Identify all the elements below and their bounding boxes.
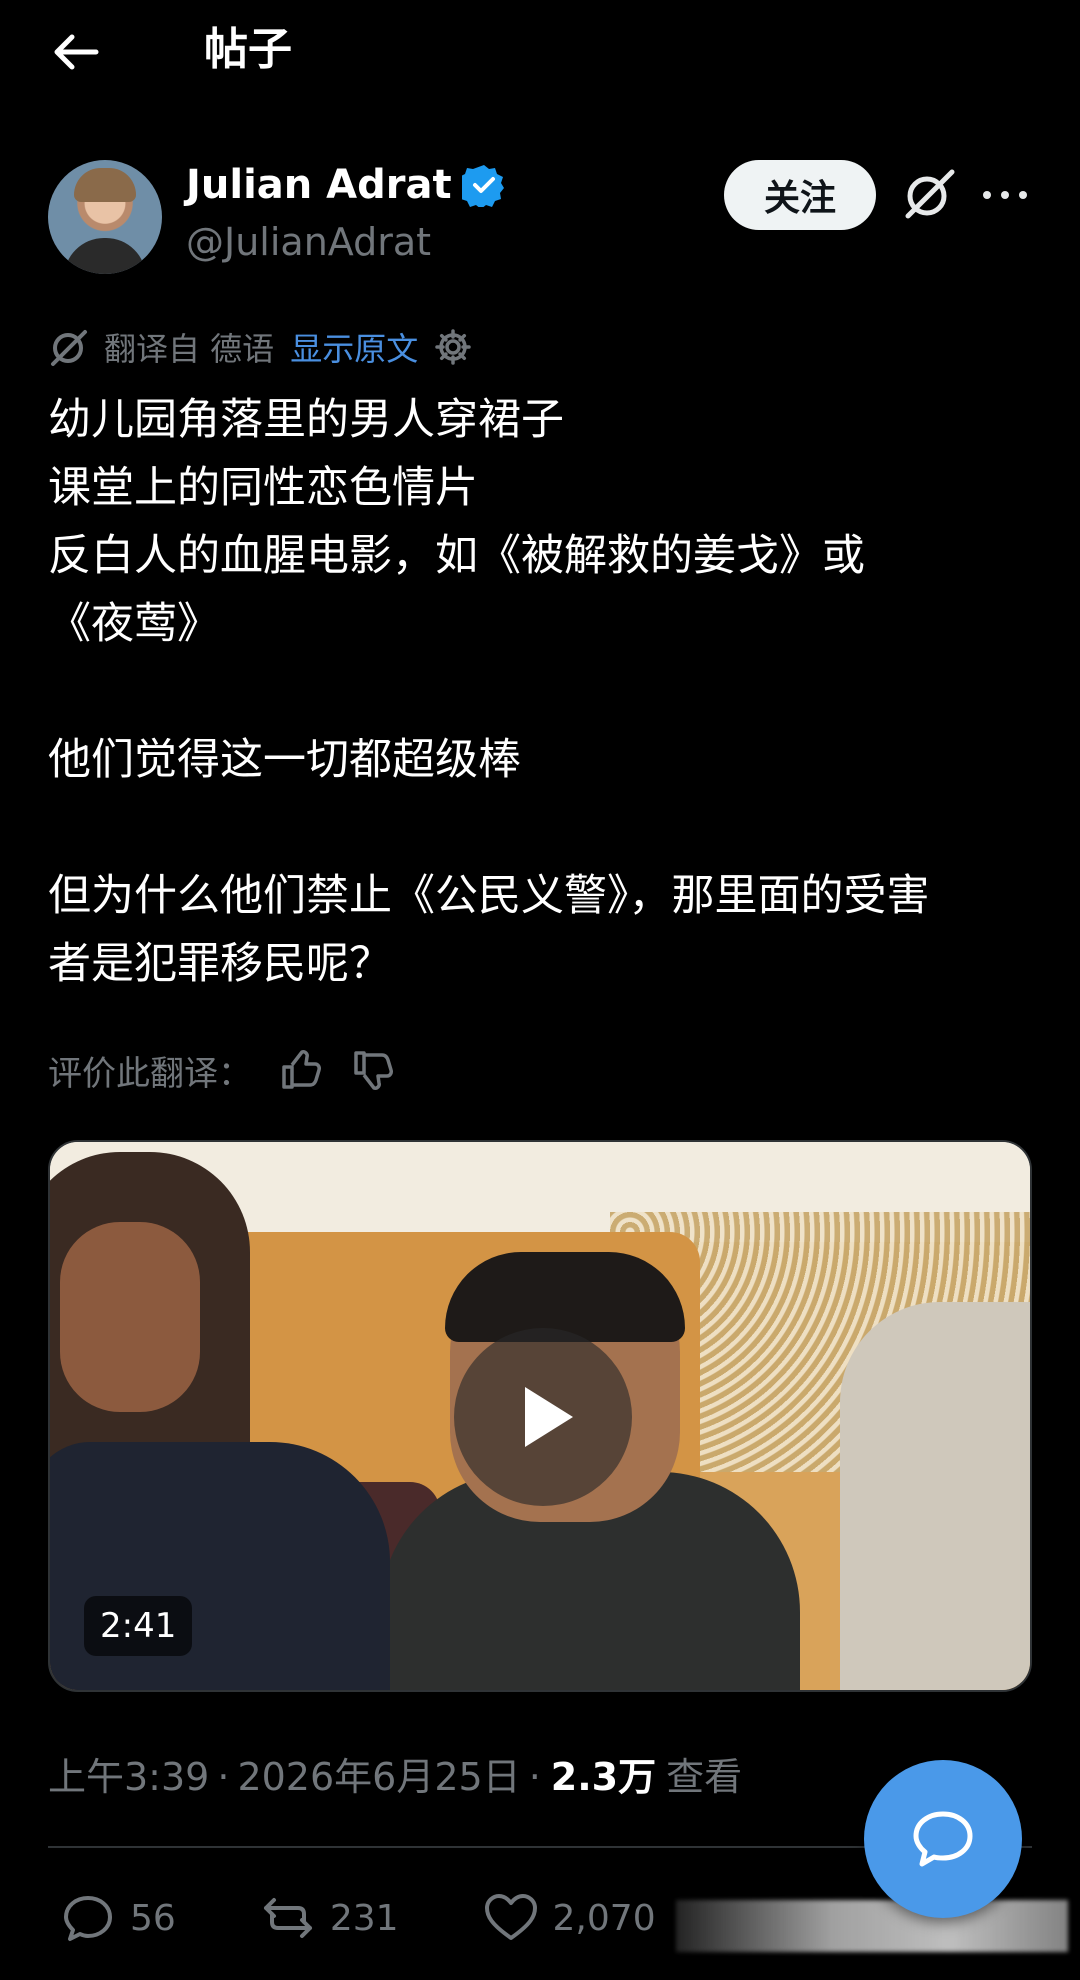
video-duration: 2:41 <box>84 1596 193 1656</box>
tweet-date: 2026年6月25日 <box>237 1755 521 1799</box>
translation-row: 翻译自 德语 显示原文 <box>48 322 474 372</box>
tweet-line: 但为什么他们禁止《公民义警》，那里面的受害 <box>48 871 930 921</box>
like-icon <box>484 1894 537 1940</box>
verified-badge-icon <box>461 165 504 207</box>
rate-translation-label: 评价此翻译： <box>48 1053 252 1094</box>
meta-separator: · <box>217 1755 230 1799</box>
rate-translation-row: 评价此翻译： <box>48 1040 396 1100</box>
top-bar: 帖子 <box>0 0 1080 100</box>
avatar-body <box>64 238 146 274</box>
video-scene-right-person <box>840 1302 1030 1690</box>
play-icon <box>525 1387 573 1447</box>
name-row: Julian Adrat <box>186 162 506 208</box>
video-scene-left-face <box>60 1222 200 1412</box>
video-scene-center-hair <box>445 1252 685 1342</box>
avatar-hair <box>74 168 136 202</box>
translated-from-label: 翻译自 德语 <box>104 330 275 368</box>
reply-count: 56 <box>130 1897 176 1939</box>
obscured-region <box>676 1900 1068 1952</box>
tweet-header: Julian Adrat @JulianAdrat 关注 <box>48 158 1038 278</box>
avatar[interactable] <box>48 160 162 274</box>
tweet-line: 者是犯罪移民呢？ <box>48 939 392 989</box>
thumbs-down-icon[interactable] <box>350 1047 396 1093</box>
repost-icon <box>263 1898 312 1938</box>
tweet-line: 他们觉得这一切都超级棒 <box>48 735 521 785</box>
tweet-line: 《夜莺》 <box>48 599 220 649</box>
display-name[interactable]: Julian Adrat <box>186 162 452 208</box>
back-button[interactable] <box>46 22 106 82</box>
video-player[interactable]: 2:41 <box>48 1140 1032 1692</box>
tweet-meta: 上午3:39 · 2026年6月25日 · 2.3万 查看 <box>48 1746 742 1801</box>
follow-button[interactable]: 关注 <box>724 160 876 230</box>
more-button[interactable] <box>980 172 1030 218</box>
reply-button[interactable]: 56 <box>60 1890 176 1946</box>
compose-message-icon <box>913 1811 973 1867</box>
repost-button[interactable]: 231 <box>260 1890 399 1946</box>
tweet-line <box>48 794 1038 862</box>
more-icon <box>983 191 1027 199</box>
tweet-line: 反白人的血腥电影，如《被解救的姜戈》或 <box>48 531 865 581</box>
views-count[interactable]: 2.3万 <box>551 1746 656 1801</box>
repost-count: 231 <box>329 1897 399 1939</box>
handle[interactable]: @JulianAdrat <box>186 220 431 264</box>
thumbs-up-icon[interactable] <box>278 1047 324 1093</box>
tweet-time: 上午3:39 <box>48 1755 210 1799</box>
like-button[interactable]: 2,070 <box>483 1890 656 1946</box>
grok-button[interactable] <box>900 166 958 224</box>
page-title: 帖子 <box>204 24 292 75</box>
show-original-link[interactable]: 显示原文 <box>290 324 418 370</box>
meta-separator: · <box>528 1755 541 1799</box>
play-button[interactable] <box>454 1328 632 1506</box>
tweet-text: 幼儿园角落里的男人穿裙子 课堂上的同性恋色情片 反白人的血腥电影，如《被解救的姜… <box>48 386 1038 998</box>
tweet-line <box>48 658 1038 726</box>
tweet-line: 课堂上的同性恋色情片 <box>48 463 478 513</box>
like-count: 2,070 <box>552 1897 656 1939</box>
reply-icon <box>64 1896 112 1941</box>
back-arrow-icon <box>54 34 99 70</box>
tweet-line: 幼儿园角落里的男人穿裙子 <box>48 395 564 445</box>
compose-message-button[interactable] <box>864 1760 1022 1918</box>
views-label: 查看 <box>666 1755 743 1799</box>
translate-icon <box>51 330 87 366</box>
grok-icon <box>905 169 955 219</box>
settings-icon[interactable] <box>432 326 474 368</box>
